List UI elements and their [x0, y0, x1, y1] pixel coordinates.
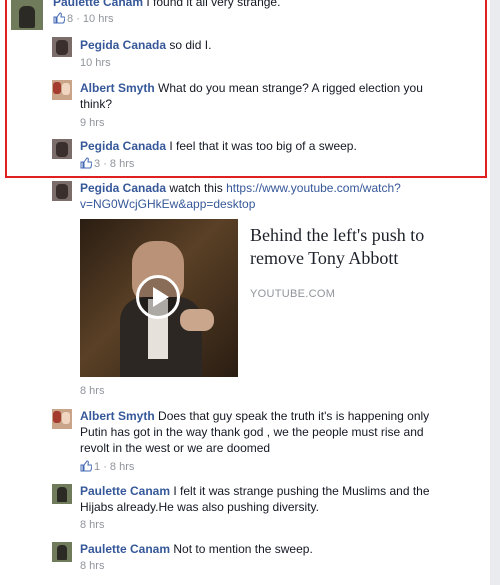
comment-author[interactable]: Paulette Canam: [53, 0, 143, 9]
comment-c3: Albert Smyth What do you mean strange? A…: [80, 80, 480, 132]
comment-time[interactable]: 10 hrs: [80, 57, 111, 69]
thumbs-up-icon: [53, 12, 65, 24]
avatar[interactable]: [52, 37, 72, 57]
thumbs-up-icon: [80, 157, 92, 169]
comment-time[interactable]: 8 hrs: [110, 461, 134, 473]
page-scroll-gutter: [490, 0, 500, 585]
comment-time[interactable]: 9 hrs: [80, 117, 104, 129]
comment-text: Does that guy speak the truth it's is ha…: [158, 409, 430, 423]
comment-text: I felt it was strange pushing the Muslim…: [173, 484, 430, 498]
comment-time[interactable]: 8 hrs: [80, 385, 104, 397]
comment-text: I found it all very strange.: [146, 0, 281, 9]
comment-author[interactable]: Paulette Canam: [80, 542, 170, 556]
comment-author[interactable]: Pegida Canada: [80, 139, 166, 153]
comment-c6: Albert Smyth Does that guy speak the tru…: [80, 408, 480, 478]
comment-c7: Paulette Canam I felt it was strange pus…: [80, 483, 480, 535]
comment-time[interactable]: 8 hrs: [80, 519, 104, 531]
comment-text: What do you mean strange? A rigged elect…: [158, 81, 423, 95]
comment-c4: Pegida Canada I feel that it was too big…: [80, 139, 357, 170]
comment-time[interactable]: 8 hrs: [80, 560, 104, 572]
comment-author[interactable]: Pegida Canada: [80, 38, 166, 52]
comment-text: so did I.: [169, 38, 212, 52]
comment-c8: Paulette Canam Not to mention the sweep.…: [80, 541, 480, 581]
avatar[interactable]: [52, 181, 72, 201]
comment-text-continued: Putin has got in the way thank god , we …: [80, 425, 424, 439]
like-count[interactable]: 8: [53, 12, 76, 25]
comment-c5: Pegida Canada watch this https://www.you…: [80, 180, 480, 216]
comment-text: watch this: [169, 181, 223, 195]
like-count[interactable]: 3: [80, 157, 103, 170]
comment-author[interactable]: Pegida Canada: [80, 181, 166, 195]
comment-text: I feel that it was too big of a sweep.: [169, 139, 357, 153]
comment-author[interactable]: Albert Smyth: [80, 409, 155, 423]
comment-author[interactable]: Albert Smyth: [80, 81, 155, 95]
comment-text-continued: think?: [80, 97, 113, 111]
comment-c5-time: 8 hrs: [80, 383, 180, 401]
comment-link-continued[interactable]: v=NG0WcjGHkEw&app=desktop: [80, 196, 480, 213]
play-icon[interactable]: [136, 275, 180, 319]
comment-text-continued: revolt in the west or we are doomed: [80, 441, 271, 455]
like-count[interactable]: 1: [80, 460, 103, 473]
video-thumbnail[interactable]: [80, 219, 238, 377]
comment-link[interactable]: https://www.youtube.com/watch?: [226, 181, 401, 195]
comment-time[interactable]: 10 hrs: [83, 13, 114, 25]
video-title[interactable]: Behind the left's push to remove Tony Ab…: [250, 224, 450, 270]
comment-author[interactable]: Paulette Canam: [80, 484, 170, 498]
avatar[interactable]: [52, 484, 72, 504]
avatar[interactable]: [11, 0, 43, 30]
thumbs-up-icon: [80, 460, 92, 472]
comment-time[interactable]: 8 hrs: [110, 158, 134, 170]
comment-text-continued: Hijabs already.He was also pushing diver…: [80, 500, 319, 514]
video-source: YOUTUBE.COM: [250, 288, 336, 300]
avatar[interactable]: [52, 139, 72, 159]
comment-text: Not to mention the sweep.: [173, 542, 313, 556]
comment-c1: Paulette Canam I found it all very stran…: [53, 0, 473, 34]
avatar[interactable]: [52, 409, 72, 429]
avatar[interactable]: [52, 80, 72, 100]
avatar[interactable]: [52, 542, 72, 562]
comment-c2: Pegida Canada so did I. 10 hrs: [80, 37, 480, 73]
